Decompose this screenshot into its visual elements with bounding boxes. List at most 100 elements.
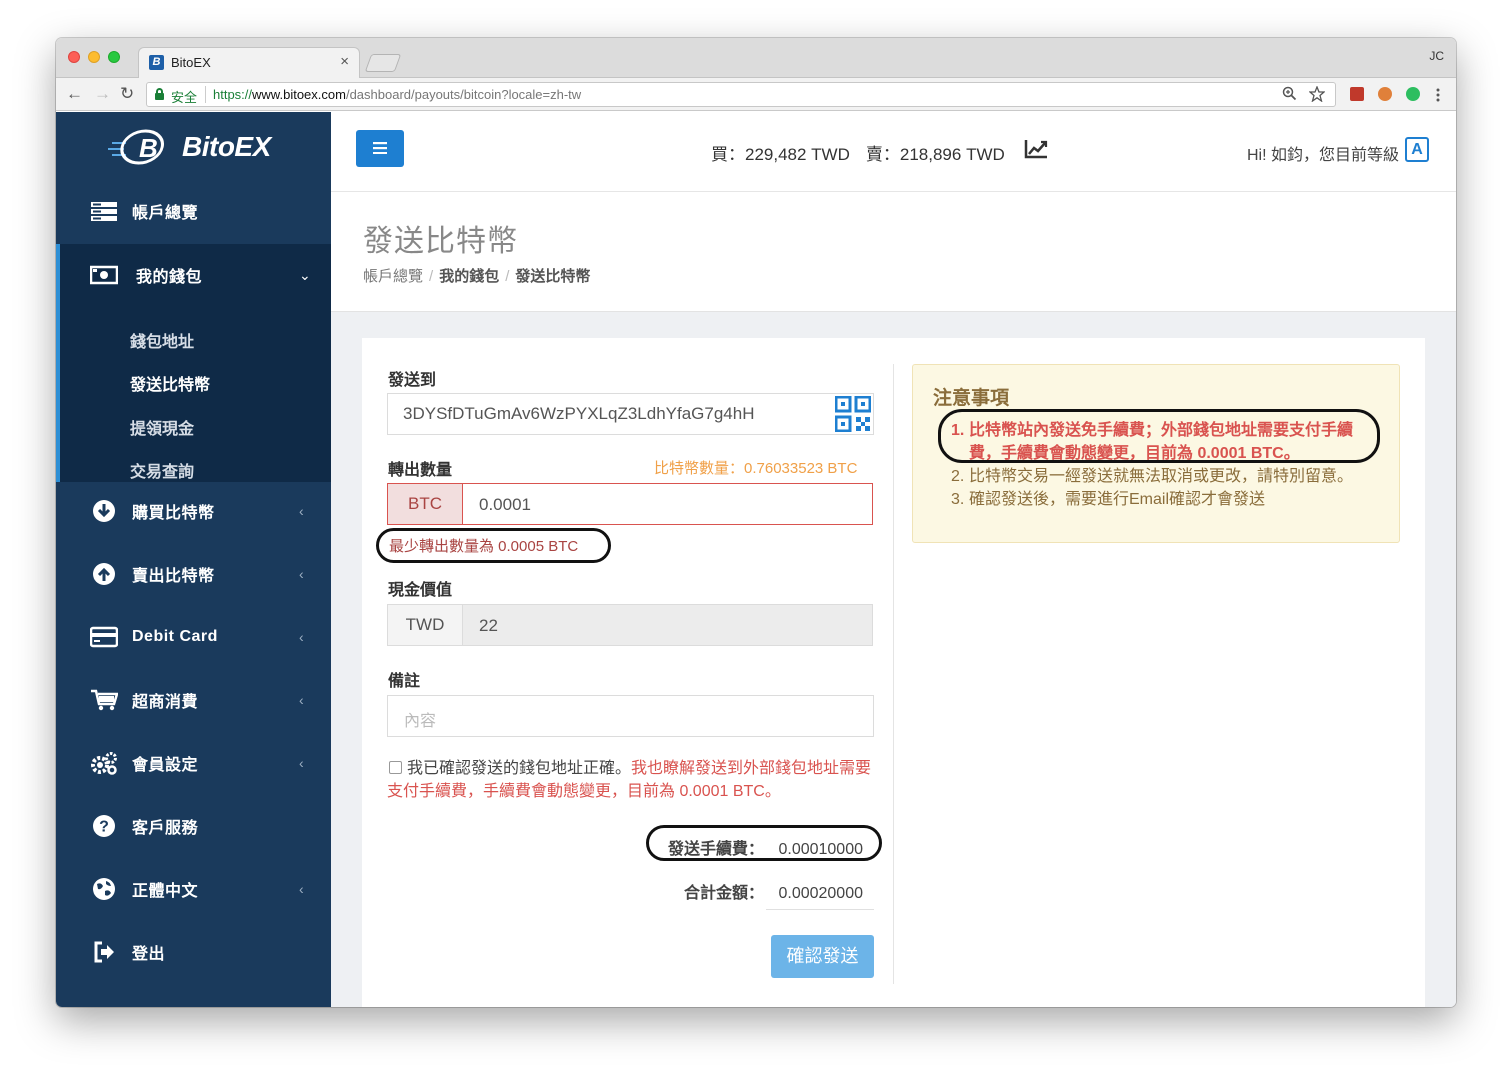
bookmark-star-icon[interactable] (1309, 86, 1325, 102)
tab-close-icon[interactable]: × (340, 53, 349, 70)
amount-unit-addon: BTC (388, 484, 463, 524)
sidebar-label-customer-service: 客戶服務 (132, 820, 199, 837)
exchange-rates: 買：229,482 TWD 賣：218,896 TWD (711, 140, 1021, 165)
sidebar-label-buy-bitcoin: 購買比特幣 (132, 505, 215, 522)
note-input[interactable]: 內容 (387, 695, 874, 737)
wallet-icon (90, 265, 118, 285)
tab-title: BitoEX (171, 55, 211, 70)
dashboard-icon (91, 202, 117, 221)
sidebar-item-dashboard[interactable]: 帳戶總覽 (56, 191, 331, 231)
line-chart-icon[interactable] (1024, 139, 1048, 159)
download-circle-icon (93, 500, 115, 522)
cash-value: 22 (479, 616, 498, 635)
sidebar-sub-transactions[interactable]: 交易查詢 (130, 458, 194, 482)
member-level-badge[interactable]: A (1405, 137, 1429, 162)
sidebar-sub-send-bitcoin[interactable]: 發送比特幣 (130, 371, 210, 395)
total-value: 0.00020000 (778, 885, 863, 902)
profile-button[interactable]: JC (1429, 49, 1444, 63)
confirm-send-button[interactable]: 確認發送 (771, 935, 874, 978)
chevron-left-icon: ‹ (299, 566, 304, 582)
cash-value-group: TWD 22 (387, 604, 873, 646)
browser-menu-icon[interactable] (1436, 88, 1440, 102)
amount-input[interactable]: 0.0001 (479, 495, 531, 515)
url-scheme: https:// (213, 87, 253, 102)
sidebar-label-language: 正體中文 (132, 883, 199, 900)
new-tab-button[interactable] (364, 54, 402, 72)
note-placeholder: 內容 (404, 713, 437, 730)
question-circle-icon: ? (93, 815, 115, 837)
buy-rate: 買：229,482 TWD (711, 145, 850, 164)
breadcrumb: 帳戶總覽 / 我的錢包 / 發送比特幣 (363, 265, 590, 286)
sidebar-item-convenience-store[interactable]: 超商消費 ‹ (56, 680, 331, 720)
notice-item: 2. 比特幣交易一經發送就無法取消或更改，請特別留意。 (951, 465, 1381, 488)
address-value: 3DYSfDTuGmAv6WzPYXLqZ3LdhYfaG7g4hH (403, 404, 755, 423)
close-window-button[interactable] (68, 51, 80, 63)
breadcrumb-separator: / (429, 268, 434, 285)
top-header: 買：229,482 TWD 賣：218,896 TWD Hi! 如鈞，您目前等級 … (331, 112, 1456, 192)
chevron-left-icon: ‹ (299, 503, 304, 519)
breadcrumb-current: 發送比特幣 (515, 268, 591, 285)
total-label: 合計金額： (684, 885, 765, 902)
notice-item-text: 比特幣交易一經發送就無法取消或更改，請特別留意。 (969, 468, 1354, 485)
bitoex-logo-icon: B (108, 129, 164, 165)
forward-icon[interactable]: → (94, 84, 111, 104)
address-input[interactable]: 3DYSfDTuGmAv6WzPYXLqZ3LdhYfaG7g4hH (387, 393, 874, 435)
lock-icon (155, 88, 164, 100)
zoom-window-button[interactable] (108, 51, 120, 63)
minimize-window-button[interactable] (88, 51, 100, 63)
sidebar-label-debit-card: Debit Card (132, 628, 218, 645)
note-label: 備註 (388, 673, 421, 690)
sidebar-item-language[interactable]: 正體中文 ‹ (56, 869, 331, 909)
upload-circle-icon (93, 563, 115, 585)
total-row: 合計金額： 0.00020000 (684, 879, 863, 903)
sidebar-item-logout[interactable]: 登出 (56, 932, 331, 972)
confirm-statement: 我已確認發送的錢包地址正確。我也瞭解發送到外部錢包地址需要支付手續費，手續費會動… (387, 757, 873, 803)
menu-toggle-button[interactable] (356, 130, 404, 167)
extension-red-icon[interactable] (1350, 87, 1364, 101)
reload-icon[interactable]: ↻ (120, 84, 134, 104)
amount-input-group[interactable]: BTC 0.0001 (387, 483, 873, 525)
sidebar-item-member-settings[interactable]: 會員設定 ‹ (56, 743, 331, 783)
logo-text: BitoEX (182, 131, 271, 162)
chevron-down-icon: ⌄ (299, 266, 311, 283)
globe-icon (93, 878, 115, 900)
url-text[interactable]: https://www.bitoex.com/dashboard/payouts… (213, 87, 581, 102)
notice-title: 注意事項 (933, 388, 1010, 409)
zoom-icon[interactable] (1282, 86, 1297, 101)
breadcrumb-dashboard[interactable]: 帳戶總覽 (363, 268, 423, 285)
sidebar-sub-wallet-address[interactable]: 錢包地址 (130, 328, 194, 352)
tab-bar: B BitoEX × JC (56, 38, 1456, 78)
annotation-circle (376, 528, 611, 563)
send-to-label: 發送到 (388, 372, 437, 389)
qr-code-scan-icon[interactable] (835, 396, 871, 432)
sidebar-item-sell-bitcoin[interactable]: 賣出比特幣 ‹ (56, 554, 331, 594)
page-title: 發送比特幣 (363, 225, 518, 258)
browser-tab[interactable]: B BitoEX × (138, 47, 360, 78)
sell-rate: 賣：218,896 TWD (865, 145, 1005, 164)
annotation-circle (938, 409, 1380, 463)
extension-fox-icon[interactable] (1378, 87, 1392, 101)
sidebar-item-debit-card[interactable]: Debit Card ‹ (56, 617, 331, 657)
sidebar-label-wallet: 我的錢包 (136, 269, 203, 286)
sidebar: B BitoEX 帳戶總覽 我的錢包 ⌄ 錢包地址 發送比特幣 提領現金 交易查… (56, 112, 331, 1007)
sidebar-label-dashboard: 帳戶總覽 (132, 205, 199, 222)
evernote-icon[interactable] (1406, 87, 1420, 101)
chevron-left-icon: ‹ (299, 755, 304, 771)
sidebar-item-wallet[interactable]: 我的錢包 ⌄ (56, 255, 331, 295)
secure-label: 安全 (171, 90, 198, 105)
bitoex-logo[interactable]: B BitoEX (106, 127, 271, 167)
browser-window: B BitoEX × JC ← → ↻ 安全 https://www.bitoe… (56, 38, 1456, 1007)
confirm-text: 我已確認發送的錢包地址正確。 (407, 760, 632, 777)
back-icon[interactable]: ← (66, 84, 83, 104)
sidebar-item-buy-bitcoin[interactable]: 購買比特幣 ‹ (56, 491, 331, 531)
address-bar[interactable]: 安全 https://www.bitoex.com/dashboard/payo… (146, 82, 1336, 107)
chevron-left-icon: ‹ (299, 692, 304, 708)
cash-value-label: 現金價值 (388, 582, 453, 599)
breadcrumb-wallet[interactable]: 我的錢包 (439, 268, 499, 285)
url-host: www.bitoex.com (252, 87, 346, 102)
svg-text:B: B (139, 133, 158, 163)
column-divider (893, 364, 894, 984)
sidebar-item-customer-service[interactable]: ? 客戶服務 (56, 806, 331, 846)
sidebar-sub-withdraw-cash[interactable]: 提領現金 (130, 415, 194, 439)
sidebar-label-convenience-store: 超商消費 (132, 694, 199, 711)
